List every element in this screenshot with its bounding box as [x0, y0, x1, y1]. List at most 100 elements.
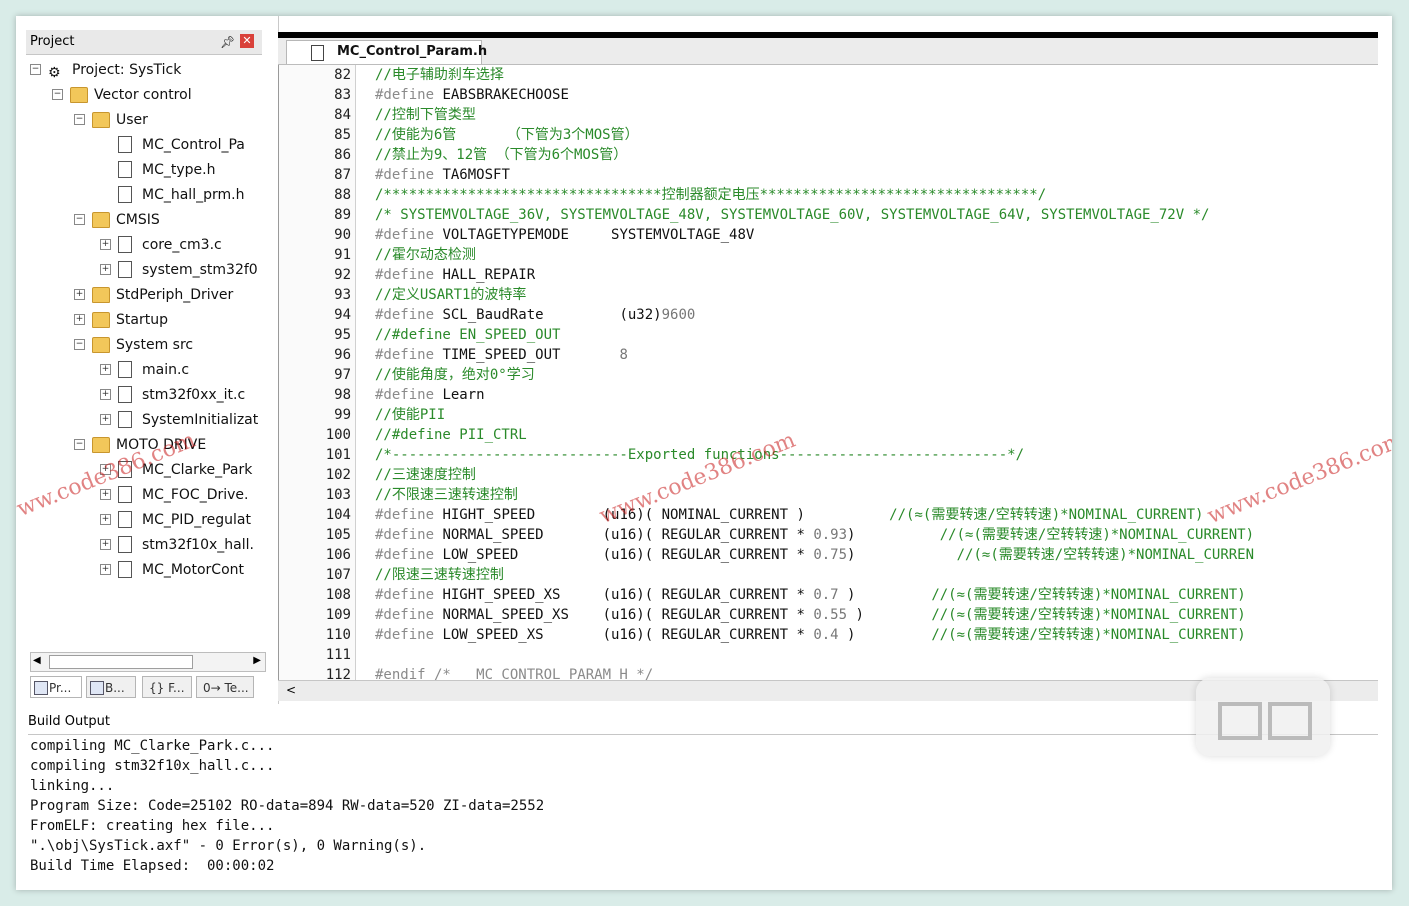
tree-item[interactable]: − System src [30, 333, 266, 357]
tree-item[interactable]: + system_stm32f0 [30, 258, 266, 282]
build-output-line: linking... [30, 778, 115, 794]
file-icon [311, 45, 324, 61]
code-line: 88 /*********************************控制器额… [279, 185, 1379, 205]
close-icon[interactable]: ✕ [240, 34, 254, 48]
expand-icon[interactable]: + [100, 564, 111, 575]
tree-item[interactable]: + stm32f10x_hall. [30, 533, 266, 557]
code-area[interactable]: 82 //电子辅助刹车选择 83 #define EABSBRAKECHOOSE 84 /… [278, 65, 1379, 680]
collapse-icon[interactable]: − [74, 114, 85, 125]
expand-icon[interactable]: + [100, 489, 111, 500]
project-pane-header: Project 📌︎ ✕ [26, 30, 262, 55]
code-token: ) [847, 527, 940, 543]
tree-item[interactable]: + MC_MotorCont [30, 558, 266, 582]
line-number: 92 [334, 267, 351, 283]
tab-books-label: B... [105, 681, 125, 695]
expand-icon[interactable]: + [74, 314, 85, 325]
tree-item-label: main.c [142, 362, 190, 378]
folder-icon [92, 337, 110, 353]
code-text: #define TA6MOSFT [375, 165, 510, 185]
scroll-right-icon[interactable]: ▶ [253, 655, 261, 666]
expand-icon[interactable]: + [100, 539, 111, 550]
tab-mc-control-param[interactable]: MC_Control_Param.h [286, 40, 487, 64]
code-text: //使能PII [375, 405, 445, 425]
line-number: 98 [334, 387, 351, 403]
expand-icon[interactable]: + [74, 289, 85, 300]
collapse-icon[interactable]: − [74, 339, 85, 350]
collapse-icon[interactable]: − [74, 439, 85, 450]
code-text: //霍尔动态检测 [375, 245, 476, 265]
expand-icon[interactable]: + [100, 264, 111, 275]
tab-functions[interactable]: {} F... [142, 676, 192, 698]
code-token: #define [375, 627, 443, 643]
code-text: /*********************************控制器额定电… [375, 185, 1046, 205]
tree-item-label: Startup [116, 312, 168, 328]
code-line: 89 /* SYSTEMVOLTAGE_36V, SYSTEMVOLTAGE_48… [279, 205, 1379, 225]
expand-icon[interactable]: + [100, 414, 111, 425]
tree-item[interactable]: MC_type.h [30, 158, 266, 182]
collapse-icon[interactable]: − [30, 64, 41, 75]
code-text: //定义USART1的波特率 [375, 285, 526, 305]
collapse-icon[interactable]: − [74, 214, 85, 225]
tree-item[interactable]: MC_Control_Pa [30, 133, 266, 157]
tree-item-label: Vector control [94, 87, 192, 103]
tree-item-label: MC_type.h [142, 162, 216, 178]
line-number: 88 [334, 187, 351, 203]
code-text: //使能为6管 （下管为3个MOS管） [375, 125, 639, 145]
code-token: #define [375, 87, 443, 103]
folder-icon [92, 212, 110, 228]
code-line: 83 #define EABSBRAKECHOOSE [279, 85, 1379, 105]
tree-item[interactable]: + SystemInitializat [30, 408, 266, 432]
scrollbar-thumb[interactable] [49, 655, 193, 669]
project-pane: Project 📌︎ ✕ − ⚙ Project: SysTick − Vector c… [16, 16, 279, 704]
pin-icon[interactable]: 📌︎ [220, 30, 235, 54]
code-text: //使能角度，绝对0°学习 [375, 365, 535, 385]
tree-item[interactable]: + stm32f0xx_it.c [30, 383, 266, 407]
code-token: //#define EN_SPEED_OUT [375, 327, 561, 343]
tab-books[interactable]: B... [86, 676, 136, 698]
tab-project[interactable]: Pr... [30, 676, 82, 698]
expand-icon[interactable]: + [100, 239, 111, 250]
line-number: 111 [325, 647, 351, 663]
tree-item[interactable]: − ⚙ Project: SysTick [30, 58, 266, 82]
tree-item[interactable]: − User [30, 108, 266, 132]
tree-item[interactable]: + StdPeriph_Driver [30, 283, 266, 307]
scroll-left-icon[interactable]: < [286, 683, 296, 697]
tree-item[interactable]: + Startup [30, 308, 266, 332]
tree-item[interactable]: + main.c [30, 358, 266, 382]
line-number: 105 [325, 527, 351, 543]
tree-item[interactable]: + MC_PID_regulat [30, 508, 266, 532]
collapse-icon[interactable]: − [52, 89, 63, 100]
folder-icon [92, 312, 110, 328]
project-pane-title: Project [30, 34, 75, 49]
tree-item[interactable]: − Vector control [30, 83, 266, 107]
code-text: #endif /* __MC_CONTROL_PARAM_H */ [375, 665, 653, 680]
code-line: 92 #define HALL_REPAIR [279, 265, 1379, 285]
code-token: //使能角度，绝对0°学习 [375, 367, 535, 383]
tree-item[interactable]: − CMSIS [30, 208, 266, 232]
tab-templates[interactable]: 0→ Te... [196, 676, 254, 698]
code-token: //使能PII [375, 407, 446, 423]
editor-tabstrip: MC_Control_Param.h [278, 38, 1378, 65]
expand-icon[interactable]: + [100, 514, 111, 525]
expand-icon[interactable]: + [100, 389, 111, 400]
line-number: 91 [334, 247, 351, 263]
file-icon [118, 386, 132, 403]
code-token: #define [375, 527, 443, 543]
code-token: 0.75 [813, 547, 848, 563]
code-token: /*********************************控制器额定电… [375, 187, 1047, 203]
code-line: 96 #define TIME_SPEED_OUT 8 [279, 345, 1379, 365]
line-number: 97 [334, 367, 351, 383]
line-number: 108 [325, 587, 351, 603]
tree-horizontal-scrollbar[interactable]: ◀ ▶ [30, 652, 266, 672]
build-output-panel[interactable]: compiling MC_Clarke_Park.c... compiling s… [28, 736, 1378, 886]
scroll-left-icon[interactable]: ◀ [33, 655, 41, 666]
tree-item[interactable]: + core_cm3.c [30, 233, 266, 257]
code-text: #define NORMAL_SPEED_XS (u16)( REGULAR_C… [375, 605, 1246, 625]
code-token: //(≈(需要转速/空转转速)*NOMINAL_CURRENT) [931, 587, 1246, 603]
code-line: 101 /*----------------------------Exporte… [279, 445, 1379, 465]
tree-item[interactable]: MC_hall_prm.h [30, 183, 266, 207]
project-tab-icon [34, 681, 48, 695]
code-token: NORMAL_SPEED_XS (u16)( REGULAR_CURRENT * [442, 607, 814, 623]
folder-icon [70, 87, 88, 103]
expand-icon[interactable]: + [100, 364, 111, 375]
